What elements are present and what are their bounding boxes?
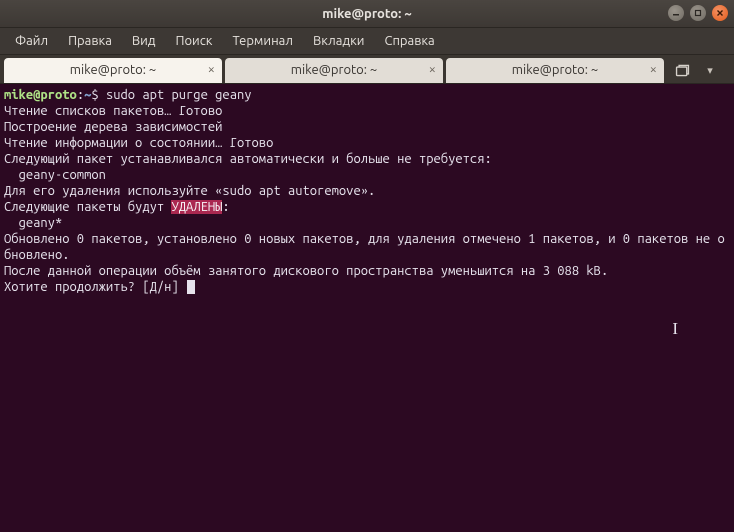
new-tab-icon bbox=[674, 62, 691, 79]
terminal-window: mike@proto: ~ Файл Правка Вид Поиск Терм… bbox=[0, 0, 734, 532]
tabbar: mike@proto: ~ × mike@proto: ~ × mike@pro… bbox=[0, 55, 734, 84]
output-line: geany-common bbox=[4, 167, 730, 183]
tab-close-button[interactable]: × bbox=[650, 64, 657, 77]
tab-label: mike@proto: ~ bbox=[70, 63, 157, 77]
maximize-button[interactable] bbox=[690, 5, 706, 21]
new-tab-button[interactable] bbox=[669, 58, 695, 82]
output-line: Для его удаления используйте «sudo apt a… bbox=[4, 183, 730, 199]
menu-view[interactable]: Вид bbox=[123, 31, 165, 51]
output-line: Обновлено 0 пакетов, установлено 0 новых… bbox=[4, 231, 730, 263]
minimize-button[interactable] bbox=[668, 5, 684, 21]
close-icon bbox=[716, 9, 724, 17]
tab-label: mike@proto: ~ bbox=[512, 63, 599, 77]
cursor-block bbox=[187, 280, 195, 294]
window-title: mike@proto: ~ bbox=[322, 7, 411, 21]
menu-help[interactable]: Справка bbox=[375, 31, 443, 51]
window-controls bbox=[668, 5, 728, 21]
minimize-icon bbox=[672, 9, 680, 17]
terminal-tab[interactable]: mike@proto: ~ × bbox=[4, 58, 222, 83]
output-line: Хотите продолжить? [Д/н] bbox=[4, 279, 730, 295]
tab-label: mike@proto: ~ bbox=[291, 63, 378, 77]
titlebar[interactable]: mike@proto: ~ bbox=[0, 0, 734, 28]
menu-terminal[interactable]: Терминал bbox=[223, 31, 301, 51]
output-line: Следующий пакет устанавливался автоматич… bbox=[4, 151, 730, 167]
removed-highlight: УДАЛЕНЫ bbox=[171, 200, 222, 214]
output-line: Чтение списков пакетов… Готово bbox=[4, 103, 730, 119]
output-line: После данной операции объём занятого дис… bbox=[4, 263, 730, 279]
prompt-dollar: $ bbox=[91, 88, 106, 102]
close-button[interactable] bbox=[712, 5, 728, 21]
tab-close-button[interactable]: × bbox=[429, 64, 436, 77]
menubar: Файл Правка Вид Поиск Терминал Вкладки С… bbox=[0, 28, 734, 55]
terminal-tab[interactable]: mike@proto: ~ × bbox=[446, 58, 664, 83]
tab-close-button[interactable]: × bbox=[208, 64, 215, 77]
prompt-sep: : bbox=[77, 88, 84, 102]
terminal-output[interactable]: mike@proto:~$ sudo apt purge geanyЧтение… bbox=[0, 84, 734, 532]
output-line: Построение дерева зависимостей bbox=[4, 119, 730, 135]
terminal-tab[interactable]: mike@proto: ~ × bbox=[225, 58, 443, 83]
menu-search[interactable]: Поиск bbox=[166, 31, 221, 51]
text-cursor-icon: I bbox=[672, 321, 678, 337]
tab-menu-toggle[interactable]: ▾ bbox=[700, 64, 720, 77]
chevron-down-icon: ▾ bbox=[707, 64, 713, 77]
menu-tabs[interactable]: Вкладки bbox=[304, 31, 374, 51]
maximize-icon bbox=[694, 9, 702, 17]
output-line: Следующие пакеты будут УДАЛЕНЫ: bbox=[4, 199, 730, 215]
output-line: geany* bbox=[4, 215, 730, 231]
prompt-user: mike@proto bbox=[4, 88, 77, 102]
menu-file[interactable]: Файл bbox=[6, 31, 57, 51]
menu-edit[interactable]: Правка bbox=[59, 31, 121, 51]
prompt-line: mike@proto:~$ sudo apt purge geany bbox=[4, 87, 730, 103]
output-line: Чтение информации о состоянии… Готово bbox=[4, 135, 730, 151]
command-text: sudo apt purge geany bbox=[106, 88, 252, 102]
